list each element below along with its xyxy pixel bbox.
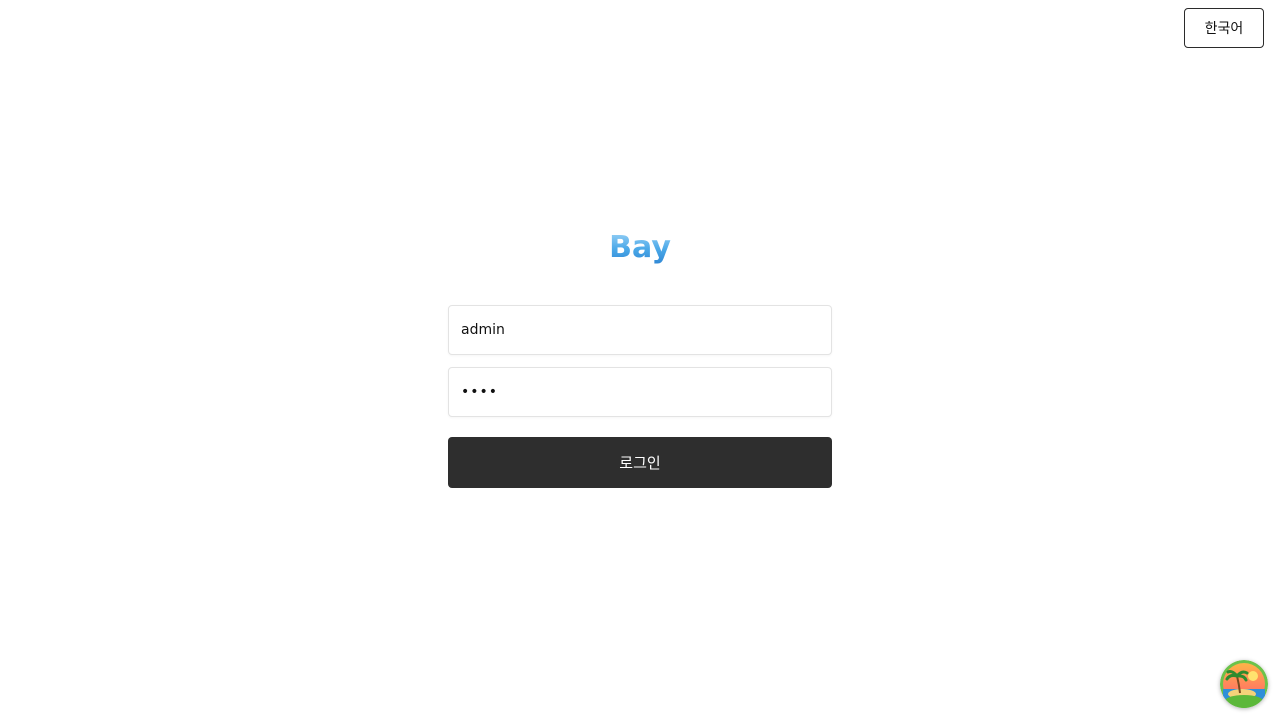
password-input[interactable] xyxy=(448,367,832,417)
bay-logo: Bay xyxy=(609,230,671,265)
island-avatar-icon[interactable] xyxy=(1220,660,1268,708)
username-input[interactable] xyxy=(448,305,832,355)
logo-text: Bay xyxy=(609,230,671,265)
language-select-button[interactable]: 한국어 xyxy=(1184,8,1264,48)
login-button[interactable]: 로그인 xyxy=(448,437,832,488)
login-page: 한국어 Bay 로그인 xyxy=(0,0,1280,720)
